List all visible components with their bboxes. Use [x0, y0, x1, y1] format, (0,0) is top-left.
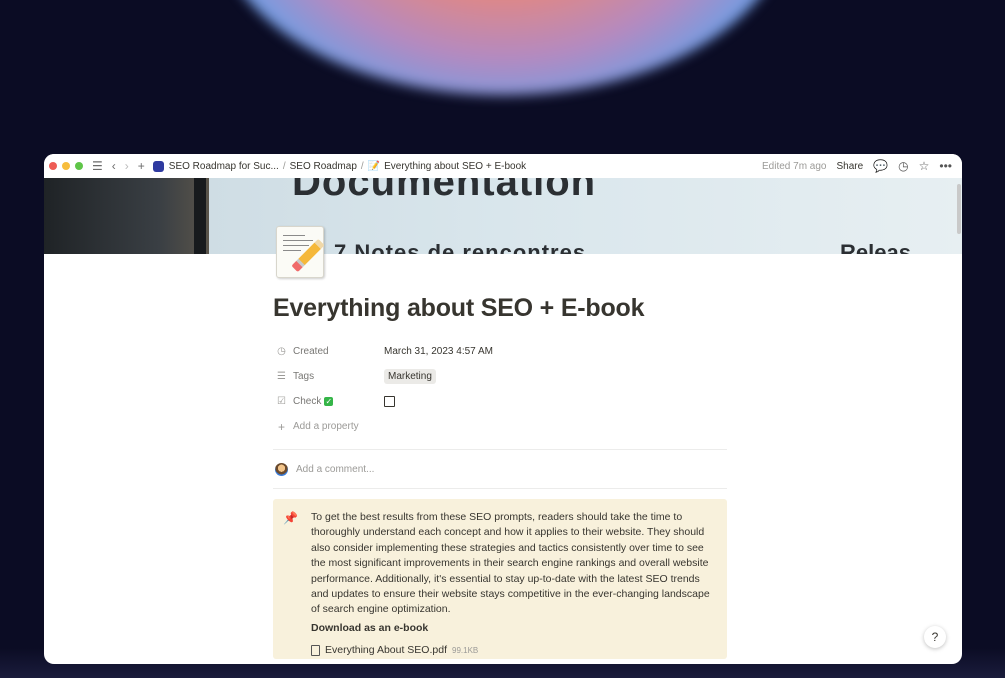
tag-badge[interactable]: Marketing — [384, 369, 436, 384]
cover-photo-bar — [194, 178, 206, 254]
breadcrumb: SEO Roadmap for Suc... / SEO Roadmap / 📝… — [152, 160, 526, 172]
callout-block[interactable]: 📌 To get the best results from these SEO… — [273, 499, 727, 659]
page-memo-icon[interactable] — [276, 226, 325, 278]
page-cover: Documentation 7 Notes de rencontres Rele… — [44, 178, 962, 254]
clock-icon: ◷ — [277, 346, 286, 357]
property-label: Created — [293, 346, 329, 357]
hamburger-menu-icon[interactable]: ☰ — [92, 160, 103, 172]
property-check[interactable]: ☑ Check ✓ — [273, 389, 727, 414]
file-attachment[interactable]: Everything About SEO.pdf 99.1KB — [311, 643, 717, 658]
cover-text-right: Releas — [840, 240, 911, 254]
breadcrumb-separator: / — [282, 160, 286, 172]
breadcrumb-item-workspace[interactable]: SEO Roadmap for Suc... — [169, 161, 279, 172]
download-heading: Download as an e-book — [311, 621, 429, 634]
help-button[interactable]: ? — [924, 626, 946, 648]
breadcrumb-item-current[interactable]: Everything about SEO + E-book — [384, 161, 526, 172]
check-checkbox[interactable] — [384, 396, 395, 407]
comment-placeholder: Add a comment... — [296, 463, 375, 475]
back-arrow-icon[interactable]: ‹ — [112, 160, 116, 172]
green-check-icon: ✓ — [324, 397, 334, 406]
callout-text[interactable]: To get the best results from these SEO p… — [311, 510, 717, 618]
close-window-button[interactable] — [49, 162, 57, 170]
minimize-window-button[interactable] — [62, 162, 70, 170]
cover-photo-dark-area — [44, 178, 209, 254]
cover-text-top: Documentation — [292, 178, 597, 204]
new-page-plus-icon[interactable]: + — [138, 160, 145, 172]
list-icon: ☰ — [277, 371, 286, 382]
history-clock-icon[interactable]: ◷ — [898, 160, 908, 172]
memo-icon: 📝 — [367, 160, 381, 172]
property-list: ◷ Created March 31, 2023 4:57 AM ☰ Tags … — [273, 339, 727, 439]
plus-icon: + — [277, 419, 285, 434]
file-icon — [311, 645, 320, 657]
avatar — [275, 462, 288, 476]
breadcrumb-item-roadmap[interactable]: SEO Roadmap — [290, 161, 357, 172]
checkbox-icon: ☑ — [277, 396, 286, 407]
window-controls — [49, 162, 83, 170]
comment-icon[interactable]: 💬 — [873, 160, 888, 172]
add-property-label: Add a property — [293, 421, 359, 432]
comment-input[interactable]: Add a comment... — [273, 450, 727, 488]
title-bar: ☰ ‹ › + SEO Roadmap for Suc... / SEO Roa… — [44, 154, 962, 178]
add-property-button[interactable]: + Add a property — [273, 414, 727, 439]
background-glow — [215, 0, 790, 95]
file-name: Everything About SEO.pdf — [325, 644, 447, 657]
zoom-window-button[interactable] — [75, 162, 83, 170]
scrollbar[interactable] — [957, 184, 961, 234]
property-value: March 31, 2023 4:57 AM — [384, 346, 493, 357]
property-label: Check — [293, 396, 322, 407]
property-created[interactable]: ◷ Created March 31, 2023 4:57 AM — [273, 339, 727, 364]
file-size: 99.1KB — [452, 646, 479, 656]
favorite-star-icon[interactable]: ☆ — [919, 160, 930, 172]
edited-status: Edited 7m ago — [762, 160, 827, 172]
share-button[interactable]: Share — [837, 161, 864, 172]
app-window: ☰ ‹ › + SEO Roadmap for Suc... / SEO Roa… — [44, 154, 962, 664]
divider — [273, 488, 727, 489]
titlebar-actions: Edited 7m ago Share 💬 ◷ ☆ ••• — [762, 160, 952, 172]
more-options-icon[interactable]: ••• — [939, 160, 952, 172]
property-tags[interactable]: ☰ Tags Marketing — [273, 364, 727, 389]
forward-arrow-icon[interactable]: › — [125, 160, 129, 172]
breadcrumb-separator: / — [360, 160, 364, 172]
page-content: Everything about SEO + E-book ◷ Created … — [273, 294, 727, 659]
page-title[interactable]: Everything about SEO + E-book — [273, 294, 727, 323]
cover-text-left: 7 Notes de rencontres — [334, 240, 587, 254]
property-label: Tags — [293, 371, 315, 382]
pushpin-icon[interactable]: 📌 — [283, 511, 303, 649]
workspace-logo-icon — [152, 160, 164, 172]
